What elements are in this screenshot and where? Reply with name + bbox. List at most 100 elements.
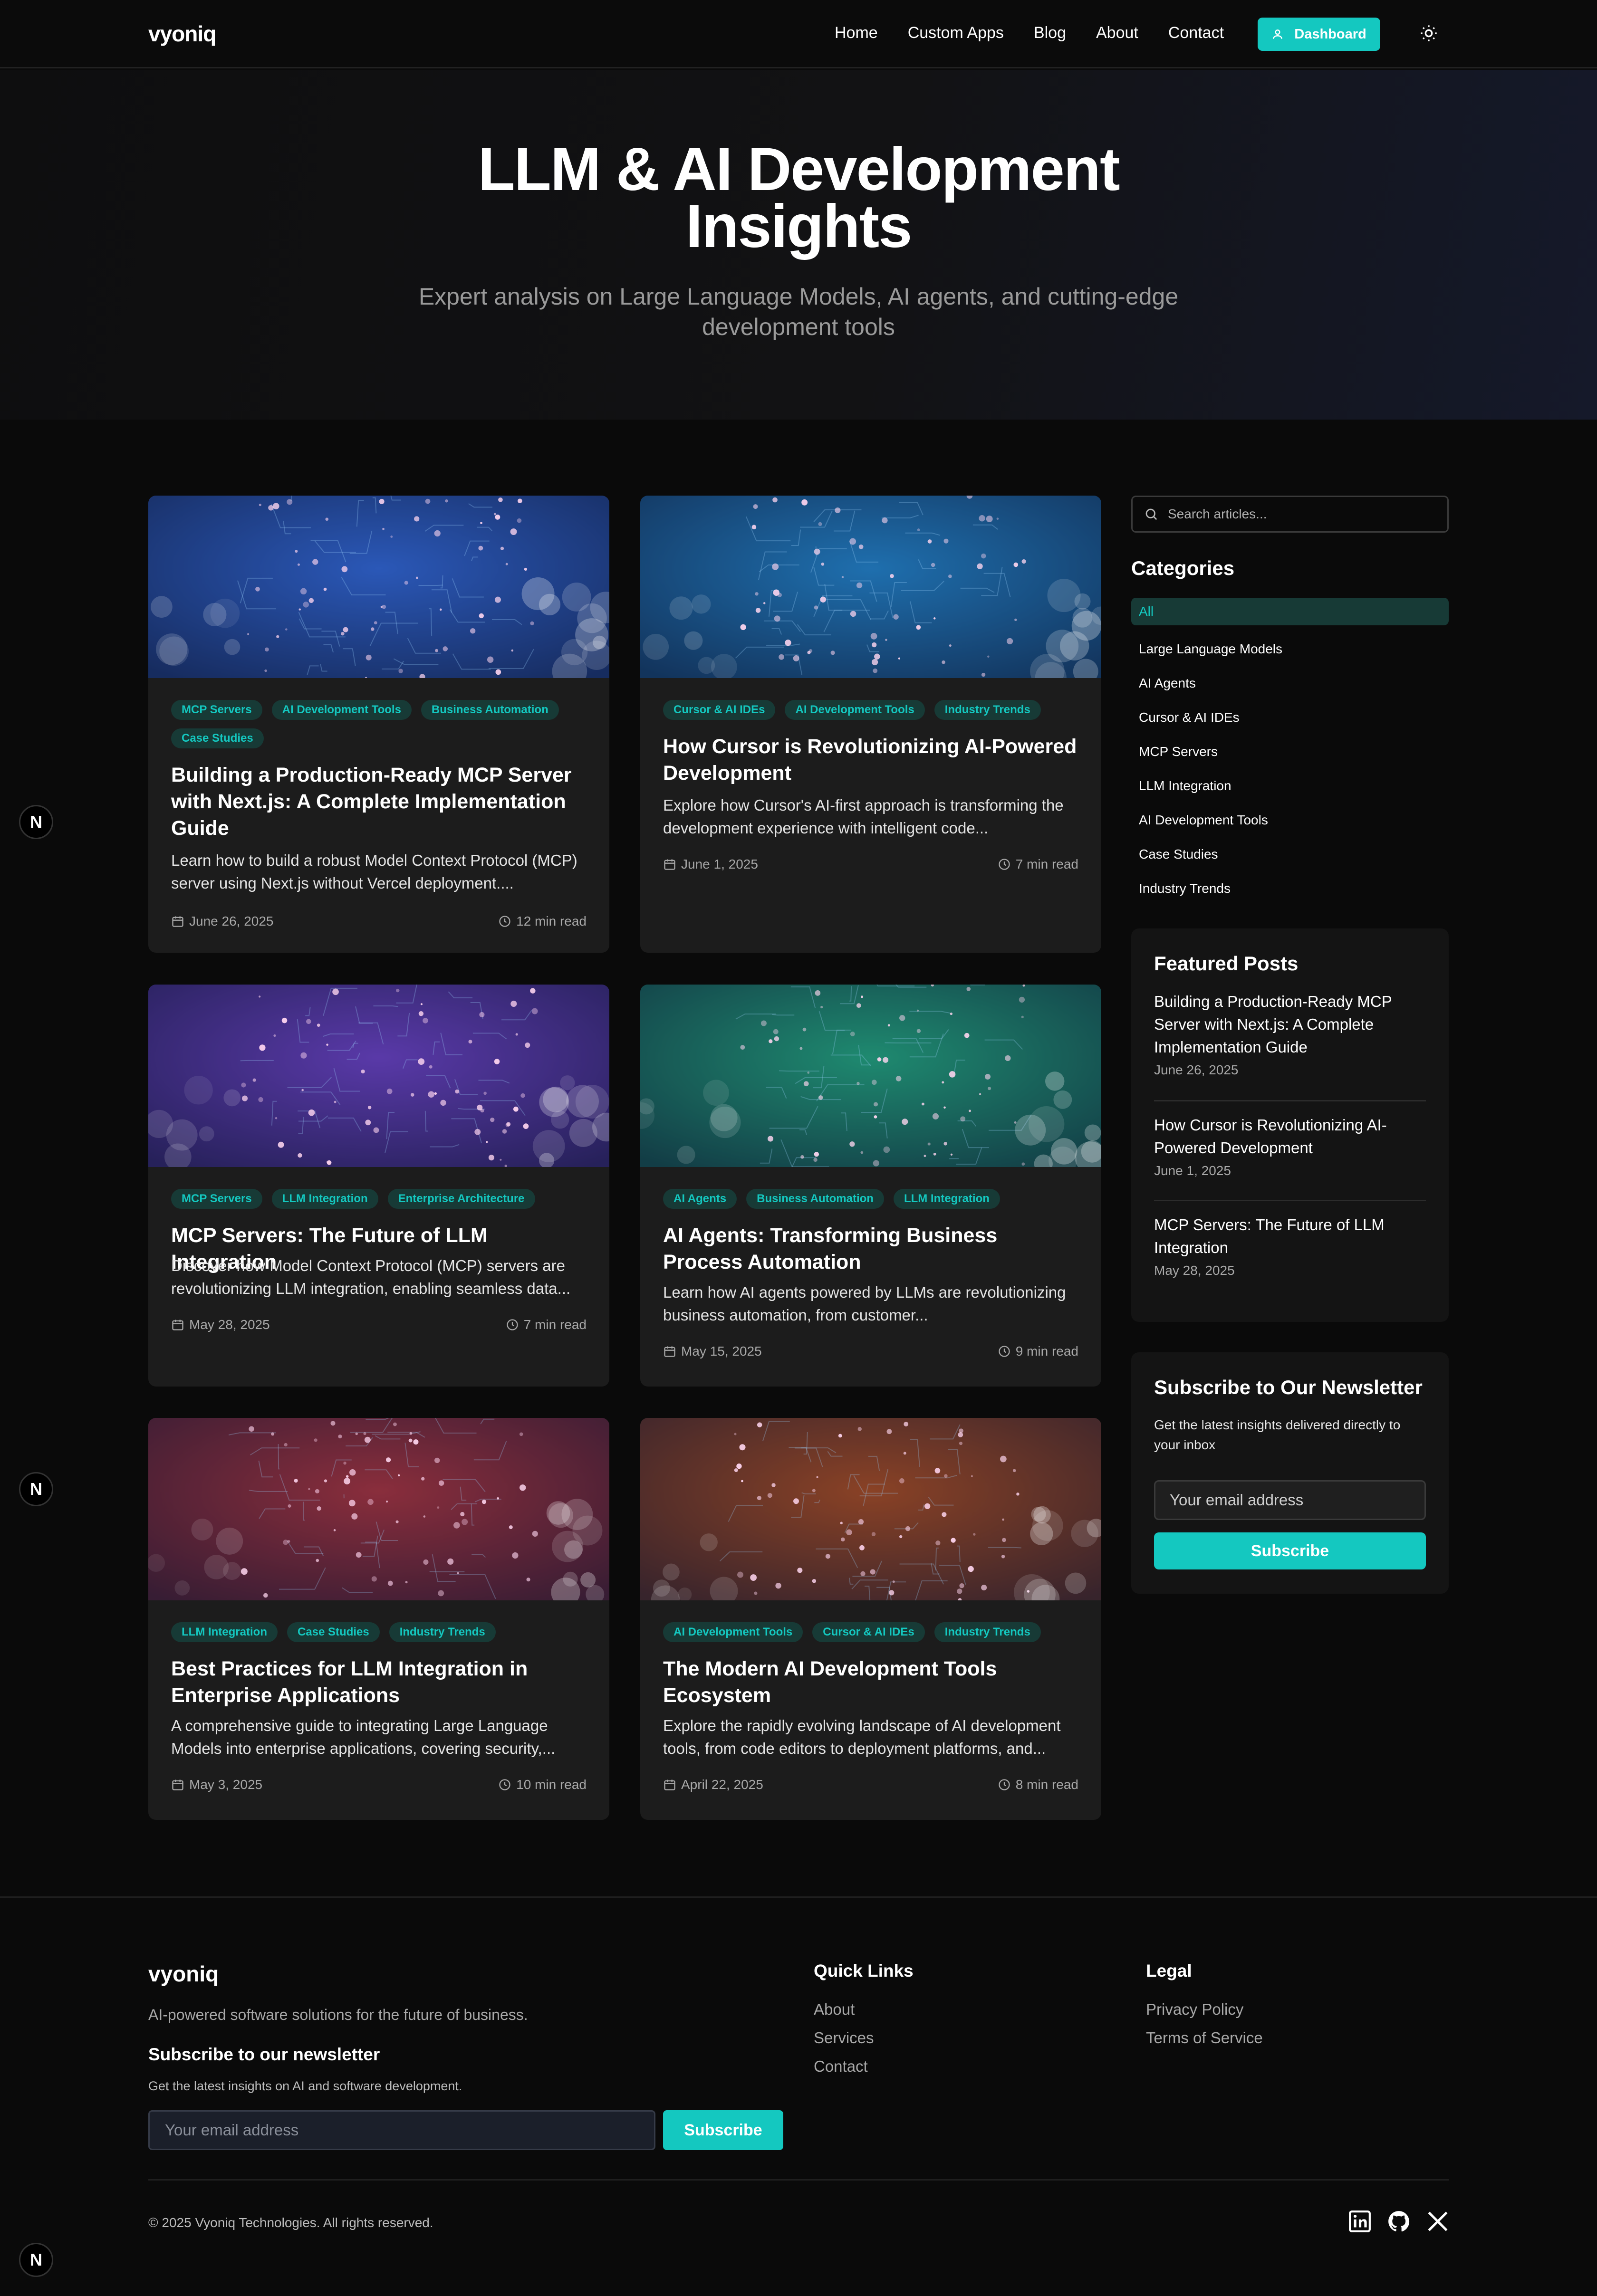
x-icon[interactable] [1426, 2210, 1450, 2233]
dashboard-button[interactable]: Dashboard [1258, 18, 1380, 51]
top-navbar: vyoniq Home Custom Apps Blog About Conta… [0, 0, 1597, 68]
post-tags: AI Agents Business Automation LLM Integrat… [663, 1189, 1081, 1209]
newsletter-email-input[interactable]: Your email address [1154, 1480, 1426, 1520]
post-tag[interactable]: Industry Trends [934, 1622, 1041, 1642]
legal-links: Privacy Policy Terms of Service [1146, 2000, 1263, 2047]
categories-list: All Large Language Models AI Agents Cursor … [1131, 598, 1449, 906]
divider [1154, 1100, 1426, 1101]
post-cover-image[interactable] [640, 985, 1101, 1167]
post-cover-image[interactable] [640, 496, 1101, 678]
post-read-time: 7 min read [1015, 857, 1078, 871]
featured-post-title: Building a Production-Ready MCP Server w… [1154, 993, 1392, 1056]
site-logo[interactable]: vyoniq [148, 21, 216, 47]
legal-title: Legal [1146, 1961, 1192, 1980]
post-tag[interactable]: AI Development Tools [663, 1622, 803, 1642]
post-tag[interactable]: LLM Integration [171, 1622, 278, 1642]
post-tag[interactable]: AI Development Tools [271, 700, 412, 720]
copyright: © 2025 Vyoniq Technologies. All rights r… [148, 2215, 433, 2230]
nextjs-badge[interactable]: N [19, 805, 53, 839]
post-tag[interactable]: Industry Trends [934, 700, 1041, 720]
post-tag[interactable]: MCP Servers [171, 1189, 262, 1209]
footer-link-about[interactable]: About [814, 2000, 874, 2019]
category-large-language-models[interactable]: Large Language Models [1131, 632, 1449, 666]
post-meta: June 26, 2025 12 min read [171, 914, 587, 929]
blog-post-card[interactable]: LLM Integration Case Studies Industry Tren… [148, 1418, 609, 1820]
post-tag[interactable]: Business Automation [746, 1189, 884, 1209]
nav-link-home[interactable]: Home [835, 24, 878, 42]
post-meta: May 3, 2025 10 min read [171, 1777, 587, 1792]
post-excerpt: Learn how AI agents powered by LLMs are … [663, 1283, 1066, 1324]
footer-tagline: AI-powered software solutions for the fu… [148, 2006, 528, 2023]
post-cover-image[interactable] [640, 1418, 1101, 1600]
newsletter-title: Subscribe to Our Newsletter [1154, 1376, 1423, 1398]
nav-link-about[interactable]: About [1096, 24, 1138, 42]
post-meta: May 28, 2025 7 min read [171, 1317, 587, 1332]
post-tag[interactable]: Cursor & AI IDEs [812, 1622, 925, 1642]
featured-post-item[interactable]: MCP Servers: The Future of LLM Integrati… [1154, 1214, 1426, 1278]
nav-link-custom-apps[interactable]: Custom Apps [908, 24, 1004, 42]
calendar-icon [172, 1320, 183, 1330]
linkedin-icon[interactable] [1348, 2210, 1372, 2233]
blog-post-card[interactable]: MCP Servers LLM Integration Enterprise Arc… [148, 985, 609, 1387]
category-industry-trends[interactable]: Industry Trends [1131, 871, 1449, 906]
post-meta: April 22, 2025 8 min read [663, 1777, 1078, 1792]
blog-post-card[interactable]: AI Agents Business Automation LLM Integrat… [640, 985, 1101, 1387]
footer-link-privacy[interactable]: Privacy Policy [1146, 2000, 1263, 2019]
post-tag[interactable]: Case Studies [171, 728, 264, 748]
clock-icon [507, 1319, 518, 1330]
category-ai-agents[interactable]: AI Agents [1131, 666, 1449, 700]
calendar-icon [664, 1779, 675, 1790]
hero-section: LLM & AI Development Insights Expert ana… [0, 70, 1597, 420]
footer-subscribe-button[interactable]: Subscribe [663, 2110, 783, 2150]
search-input[interactable]: Search articles... [1131, 496, 1449, 533]
category-case-studies[interactable]: Case Studies [1131, 837, 1449, 871]
post-tag[interactable]: Case Studies [287, 1622, 380, 1642]
category-cursor-ai-ides[interactable]: Cursor & AI IDEs [1131, 700, 1449, 735]
post-tag[interactable]: AI Development Tools [785, 700, 925, 720]
nav-link-blog[interactable]: Blog [1034, 24, 1066, 42]
post-title[interactable]: AI Agents: Transforming Business Process… [663, 1222, 1081, 1275]
post-tag[interactable]: Industry Trends [389, 1622, 496, 1642]
calendar-icon [172, 1779, 183, 1790]
github-icon[interactable] [1387, 2210, 1411, 2233]
post-title[interactable]: Building a Production-Ready MCP Server w… [171, 762, 589, 842]
post-excerpt: A comprehensive guide to integrating Lar… [171, 1717, 556, 1757]
clock-icon [499, 1779, 510, 1790]
post-title[interactable]: How Cursor is Revolutionizing AI-Powered… [663, 733, 1081, 786]
post-read-time: 9 min read [1015, 1344, 1078, 1358]
post-title[interactable]: Best Practices for LLM Integration in En… [171, 1655, 589, 1709]
post-tag[interactable]: MCP Servers [171, 700, 262, 720]
blog-post-card[interactable]: AI Development Tools Cursor & AI IDEs Indu… [640, 1418, 1101, 1820]
nextjs-badge[interactable]: N [19, 2243, 53, 2277]
post-title[interactable]: The Modern AI Development Tools Ecosyste… [663, 1655, 1081, 1709]
category-ai-development-tools[interactable]: AI Development Tools [1131, 803, 1449, 837]
footer-email-input[interactable]: Your email address [148, 2110, 655, 2150]
nextjs-badge[interactable]: N [19, 1472, 53, 1506]
footer-subscribe-text: Get the latest insights on AI and softwa… [148, 2079, 462, 2093]
category-mcp-servers[interactable]: MCP Servers [1131, 735, 1449, 769]
nav-link-contact[interactable]: Contact [1168, 24, 1224, 42]
post-tag[interactable]: LLM Integration [893, 1189, 1000, 1209]
footer-link-services[interactable]: Services [814, 2029, 874, 2047]
post-cover-image[interactable] [148, 1418, 609, 1600]
post-read-time: 7 min read [523, 1317, 587, 1332]
featured-post-item[interactable]: How Cursor is Revolutionizing AI-Powered… [1154, 1114, 1426, 1178]
post-tag[interactable]: Business Automation [421, 700, 559, 720]
post-cover-image[interactable] [148, 496, 609, 678]
blog-post-card[interactable]: Cursor & AI IDEs AI Development Tools Indu… [640, 496, 1101, 953]
newsletter-subscribe-button[interactable]: Subscribe [1154, 1532, 1426, 1569]
footer-logo[interactable]: vyoniq [148, 1961, 219, 1987]
category-all[interactable]: All [1131, 598, 1449, 625]
sun-icon[interactable] [1419, 24, 1438, 43]
footer-link-terms[interactable]: Terms of Service [1146, 2029, 1263, 2047]
post-tag[interactable]: AI Agents [663, 1189, 737, 1209]
post-tag[interactable]: Cursor & AI IDEs [663, 700, 776, 720]
featured-post-item[interactable]: Building a Production-Ready MCP Server w… [1154, 990, 1426, 1078]
post-cover-image[interactable] [148, 985, 609, 1167]
clock-icon [999, 859, 1010, 870]
blog-post-card[interactable]: MCP Servers AI Development Tools Business … [148, 496, 609, 953]
post-tag[interactable]: Enterprise Architecture [387, 1189, 535, 1209]
category-llm-integration[interactable]: LLM Integration [1131, 769, 1449, 803]
footer-link-contact[interactable]: Contact [814, 2057, 874, 2076]
post-tag[interactable]: LLM Integration [271, 1189, 378, 1209]
